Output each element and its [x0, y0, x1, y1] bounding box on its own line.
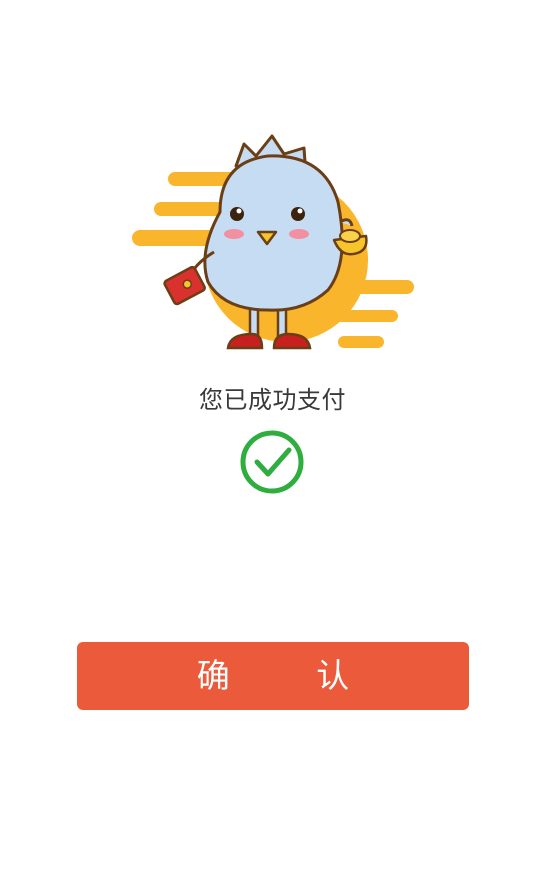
payment-success-message: 您已成功支付: [199, 386, 346, 414]
confirm-button[interactable]: 确 认: [77, 642, 469, 710]
payment-success-screen: 您已成功支付 确 认: [0, 0, 548, 887]
check-circle-icon: [239, 429, 305, 495]
chick-mascot-illustration: [128, 132, 418, 357]
